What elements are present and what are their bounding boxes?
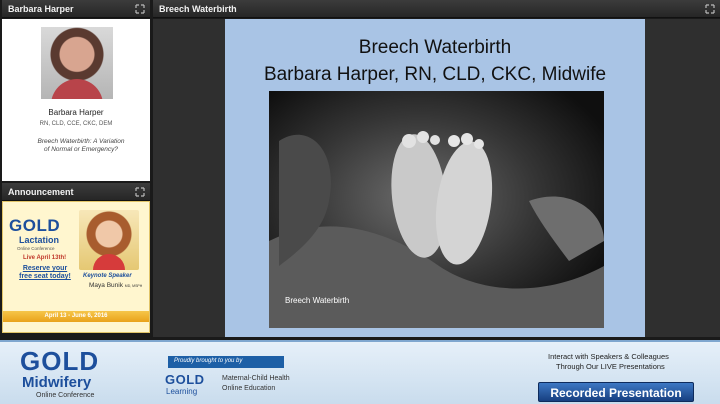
live-date: Live April 13th! (23, 255, 67, 261)
talk-line-1: Breech Waterbirth: A Variation (37, 138, 125, 145)
talk-line-2: of Normal or Emergency? (43, 146, 119, 154)
expand-icon[interactable] (705, 4, 715, 14)
footer-online-conference: Online Conference (36, 392, 95, 399)
baby-feet-photo: Breech Waterbirth (269, 91, 604, 328)
footer-banner: GOLD Midwifery Online Conference Proudly… (0, 340, 720, 404)
slide-title: Breech Waterbirth (358, 37, 512, 58)
speaker-panel-title: Barbara Harper (8, 4, 74, 14)
keynote-name-text: Maya Bunik (89, 282, 123, 289)
speaker-panel-header: Barbara Harper (2, 0, 150, 18)
speaker-talk-title: Breech Waterbirth: A Variation of Normal… (26, 138, 136, 155)
keynote-credentials: MD, MSPH (124, 284, 143, 288)
lactation-label: Lactation (19, 235, 60, 245)
lactation-online-conference: Online Conference (17, 246, 55, 251)
learning-label: Learning (166, 387, 198, 396)
slide-panel-title: Breech Waterbirth (159, 4, 237, 14)
gold-learning-logo: GOLD (165, 372, 205, 387)
speaker-name: Barbara Harper (48, 108, 104, 117)
recorded-presentation-button[interactable]: Recorded Presentation (538, 382, 694, 402)
keynote-speaker-photo (79, 210, 139, 270)
presentation-slide: Breech Waterbirth Barbara Harper, RN, CL… (225, 19, 645, 337)
learning-subtitle-2: Online Education (222, 385, 276, 392)
midwifery-label: Midwifery (22, 374, 92, 391)
reserve-seat-link[interactable]: Reserve your free seat today! (13, 265, 77, 282)
speaker-credentials: RN, CLD, CCE, CKC, DEM (39, 121, 113, 127)
baby-feet-illustration (269, 131, 604, 328)
learning-subtitle-1: Maternal-Child Health (222, 375, 290, 382)
announcement-panel-title: Announcement (8, 187, 74, 197)
slide-viewer: Breech Waterbirth Barbara Harper, RN, CL… (153, 19, 720, 337)
gold-midwifery-logo: GOLD (20, 346, 100, 376)
speaker-panel: Barbara Harper RN, CLD, CCE, CKC, DEM Br… (2, 19, 150, 181)
photo-caption: Breech Waterbirth (285, 296, 350, 305)
announcement-ad[interactable]: GOLD Lactation Online Conference Live Ap… (2, 201, 150, 333)
expand-icon[interactable] (135, 187, 145, 197)
expand-icon[interactable] (135, 4, 145, 14)
interact-line-1: Interact with Speakers & Colleagues (548, 352, 669, 361)
keynote-label: Keynote Speaker (83, 273, 132, 279)
gold-lactation-logo: GOLD (9, 216, 61, 235)
slide-subtitle: Barbara Harper, RN, CLD, CKC, Midwife (263, 64, 607, 85)
announcement-panel-header: Announcement (2, 183, 150, 201)
slide-panel-header: Breech Waterbirth (153, 0, 720, 18)
reserve-line-2: free seat today! (19, 273, 71, 281)
brought-to-you-banner: Proudly brought to you by (168, 356, 284, 368)
keynote-name: Maya Bunik MD, MSPH (89, 282, 142, 289)
conference-date-range: April 13 - June 6, 2016 (3, 311, 149, 322)
reserve-line-1: Reserve your (22, 265, 68, 272)
interact-line-2: Through Our LIVE Presentations (556, 362, 665, 371)
speaker-photo (41, 27, 113, 99)
